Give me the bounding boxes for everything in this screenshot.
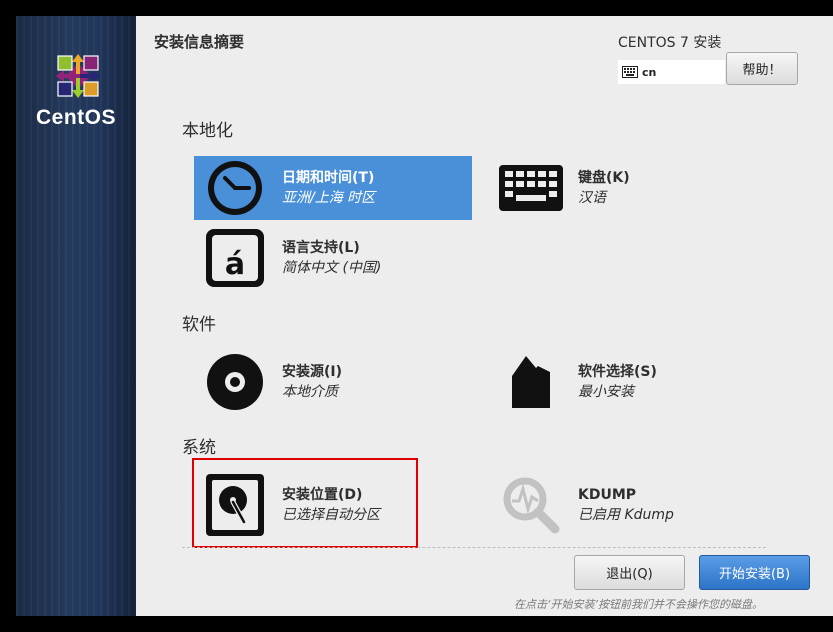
spoke-date-time-status: 亚洲/上海 时区 <box>282 190 376 206</box>
magnifier-icon <box>503 477 560 534</box>
divider <box>182 547 766 548</box>
installer-window: CentOS 安装信息摘要 CENTOS 7 安装 cn 帮助！ 本地化 日期和… <box>16 16 833 616</box>
begin-installation-button[interactable]: 开始安装(B) <box>699 555 810 590</box>
spoke-keyboard-title: 键盘(K) <box>578 170 630 186</box>
spoke-language-title: 语言支持(L) <box>282 240 360 256</box>
footer-note: 在点击‘开始安装’按钮前我们并不会操作您的磁盘。 <box>514 598 763 611</box>
spoke-software-selection-title: 软件选择(S) <box>578 364 657 380</box>
spoke-software-selection[interactable]: 软件选择(S) 最小安装 <box>490 350 768 414</box>
product-title: CENTOS 7 安装 <box>618 35 722 51</box>
spoke-install-source-status: 本地介质 <box>282 384 338 400</box>
quit-button[interactable]: 退出(Q) <box>574 555 685 590</box>
spoke-install-source[interactable]: 安装源(I) 本地介质 <box>194 350 472 414</box>
language-icon: á <box>206 229 264 287</box>
section-software: 软件 <box>182 315 216 335</box>
centos-logo-icon <box>56 54 100 98</box>
spoke-keyboard-status: 汉语 <box>578 190 606 206</box>
summary-hub: 安装信息摘要 CENTOS 7 安装 cn 帮助！ 本地化 日期和时间(T) 亚… <box>136 16 833 616</box>
svg-text:á: á <box>225 247 245 282</box>
keyboard-layout-indicator[interactable]: cn <box>618 60 725 84</box>
spoke-kdump-status: 已启用 Kdump <box>578 507 674 523</box>
section-localization: 本地化 <box>182 121 233 141</box>
spoke-keyboard[interactable]: 键盘(K) 汉语 <box>490 156 768 220</box>
highlight-box <box>192 458 418 548</box>
spoke-language-status: 简体中文 (中国) <box>282 260 382 276</box>
section-system: 系统 <box>182 438 216 458</box>
spoke-date-time-title: 日期和时间(T) <box>282 170 375 186</box>
spoke-software-selection-status: 最小安装 <box>578 384 634 400</box>
sidebar: CentOS <box>16 16 136 616</box>
spoke-date-time[interactable]: 日期和时间(T) 亚洲/上海 时区 <box>194 156 472 220</box>
page-title: 安装信息摘要 <box>154 33 245 51</box>
disc-icon <box>207 354 263 410</box>
spoke-install-source-title: 安装源(I) <box>282 364 343 380</box>
keyboard-icon <box>622 66 638 78</box>
spoke-kdump-title: KDUMP <box>578 487 637 503</box>
centos-wordmark: CentOS <box>35 106 116 129</box>
keyboard-large-icon <box>499 165 563 211</box>
keyboard-layout-label: cn <box>642 65 657 79</box>
help-button[interactable]: 帮助！ <box>726 52 798 85</box>
spoke-kdump[interactable]: KDUMP 已启用 Kdump <box>490 473 768 537</box>
spoke-language[interactable]: á 语言支持(L) 简体中文 (中国) <box>194 226 472 290</box>
clock-icon <box>208 161 262 215</box>
package-icon <box>512 356 550 408</box>
